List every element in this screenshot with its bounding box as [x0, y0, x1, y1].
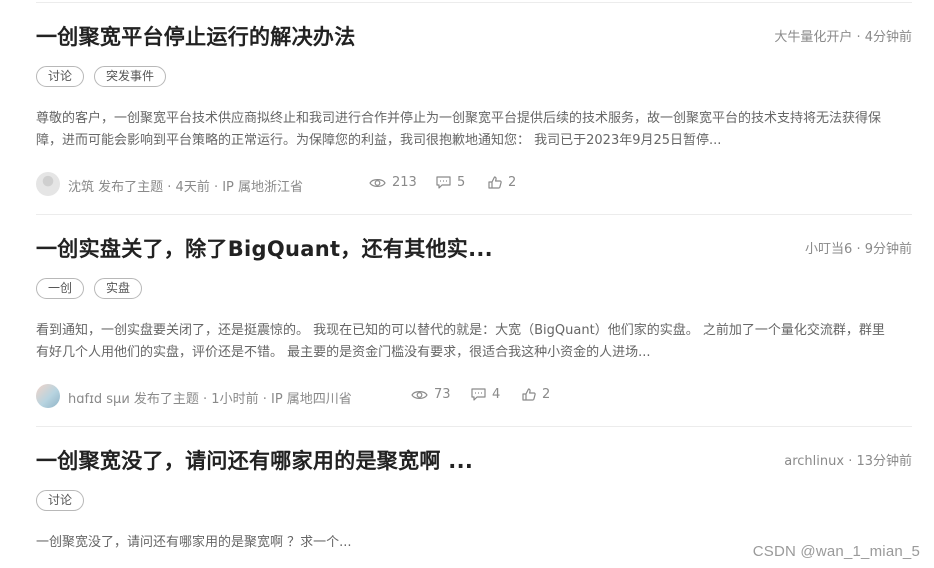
- likes-count: 2: [542, 387, 551, 402]
- eye-icon: [411, 390, 428, 399]
- likes-stat[interactable]: 2: [488, 175, 516, 190]
- tag-chip[interactable]: 讨论: [36, 66, 85, 87]
- topic-excerpt[interactable]: 看到通知，一创实盘要关闭了，还是挺震惊的。 我现在已知的可以替代的就是：大宽（B…: [36, 320, 896, 364]
- tag-chip[interactable]: 突发事件: [94, 66, 167, 87]
- topic-card: 一创实盘关了，除了BigQuant，还有其他实... 小叮当6 · 9分钟前 一…: [36, 215, 912, 427]
- author-name[interactable]: 沈筑: [68, 180, 94, 195]
- likes-stat[interactable]: 2: [522, 387, 550, 402]
- tag-chip[interactable]: 讨论: [36, 490, 85, 511]
- post-info: 发布了主题 · 1小时前 · IP 属地四川省: [129, 392, 352, 407]
- latest-reply-meta[interactable]: 小叮当6 · 9分钟前: [805, 238, 912, 257]
- topic-card: 一创聚宽平台停止运行的解决办法 大牛量化开户 · 4分钟前 讨论 突发事件 尊敬…: [36, 3, 912, 215]
- tag-list: 讨论 突发事件: [36, 66, 167, 87]
- views-stat: 213: [369, 175, 417, 190]
- views-stat: 73: [411, 387, 451, 402]
- thumbs-up-icon: [522, 388, 536, 401]
- tag-list: 讨论: [36, 490, 85, 511]
- author-line: hɑfɪd sμи 发布了主题 · 1小时前 · IP 属地四川省: [68, 388, 352, 407]
- likes-count: 2: [508, 175, 517, 190]
- watermark: CSDN @wan_1_mian_5: [752, 543, 920, 560]
- views-count: 73: [434, 387, 451, 402]
- comments-stat[interactable]: 5: [436, 175, 465, 190]
- thumbs-up-icon: [488, 176, 502, 189]
- views-count: 213: [392, 175, 417, 190]
- topic-footer: 沈筑 发布了主题 · 4天前 · IP 属地浙江省 213 5 2: [36, 172, 636, 196]
- topic-footer: hɑfɪd sμи 发布了主题 · 1小时前 · IP 属地四川省 73 4 2: [36, 384, 636, 408]
- latest-reply-meta[interactable]: 大牛量化开户 · 4分钟前: [774, 26, 912, 45]
- author-name[interactable]: hɑfɪd sμи: [68, 392, 130, 407]
- author-line: 沈筑 发布了主题 · 4天前 · IP 属地浙江省: [68, 176, 303, 195]
- latest-reply-meta[interactable]: archlinux · 13分钟前: [784, 450, 912, 469]
- comments-stat[interactable]: 4: [471, 387, 500, 402]
- tag-list: 一创 实盘: [36, 278, 143, 299]
- tag-chip[interactable]: 实盘: [94, 278, 143, 299]
- comment-icon: [471, 388, 486, 401]
- comment-icon: [436, 176, 451, 189]
- topic-title[interactable]: 一创聚宽平台停止运行的解决办法: [36, 21, 356, 51]
- avatar[interactable]: [36, 384, 60, 408]
- avatar[interactable]: [36, 172, 60, 196]
- comments-count: 5: [457, 175, 466, 190]
- comments-count: 4: [492, 387, 501, 402]
- topic-excerpt[interactable]: 尊敬的客户，一创聚宽平台技术供应商拟终止和我司进行合作并停止为一创聚宽平台提供后…: [36, 108, 896, 152]
- post-info: 发布了主题 · 4天前 · IP 属地浙江省: [94, 180, 304, 195]
- tag-chip[interactable]: 一创: [36, 278, 85, 299]
- topic-title[interactable]: 一创实盘关了，除了BigQuant，还有其他实...: [36, 233, 493, 263]
- eye-icon: [369, 178, 386, 187]
- topic-title[interactable]: 一创聚宽没了，请问还有哪家用的是聚宽啊 ...: [36, 445, 473, 475]
